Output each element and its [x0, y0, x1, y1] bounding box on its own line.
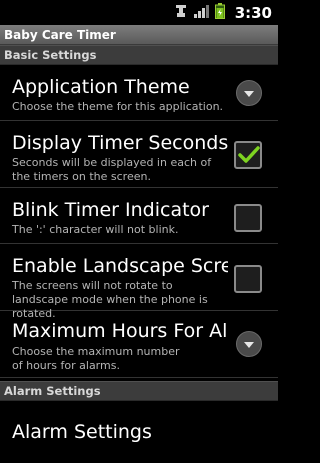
- pref-enable-landscape-screen[interactable]: Enable Landscape Screen The screens will…: [0, 245, 278, 320]
- usb-debug-icon: [175, 3, 187, 22]
- pref-application-theme[interactable]: Application Theme Choose the theme for t…: [0, 66, 278, 121]
- checkmark-icon: [238, 146, 260, 163]
- status-bar: 3:30: [0, 0, 278, 25]
- pref-display-timer-seconds-summary: Seconds will be displayed in each of the…: [12, 156, 212, 183]
- display-seconds-checkbox[interactable]: [234, 141, 262, 169]
- pref-maximum-hours-title: Maximum Hours For Alarms: [12, 320, 228, 342]
- pref-alarm-settings-title: Alarm Settings: [12, 421, 152, 443]
- pref-blink-timer-indicator-summary: The ':' character will not blink.: [12, 223, 179, 236]
- landscape-screen-checkbox[interactable]: [234, 265, 262, 293]
- battery-icon: [214, 2, 225, 23]
- pref-maximum-hours-summary: Choose the maximum number of hours for a…: [12, 345, 180, 372]
- blink-indicator-checkbox[interactable]: [234, 204, 262, 232]
- pref-application-theme-title: Application Theme: [12, 76, 190, 98]
- pref-application-theme-summary: Choose the theme for this application.: [12, 100, 224, 113]
- status-clock: 3:30: [234, 3, 272, 22]
- pref-display-timer-seconds-title: Display Timer Seconds: [12, 132, 228, 154]
- app-title-bar: Baby Care Timer: [0, 25, 278, 45]
- dropdown-arrow-icon[interactable]: [236, 80, 262, 106]
- app-title: Baby Care Timer: [4, 27, 116, 42]
- pref-blink-timer-indicator[interactable]: Blink Timer Indicator The ':' character …: [0, 189, 278, 244]
- pref-alarm-settings[interactable]: Alarm Settings: [0, 402, 278, 463]
- section-header-alarm: Alarm Settings: [0, 381, 278, 401]
- pref-display-timer-seconds[interactable]: Display Timer Seconds Seconds will be di…: [0, 122, 278, 188]
- pref-enable-landscape-screen-title: Enable Landscape Screen: [12, 255, 228, 277]
- signal-icon: [193, 3, 209, 22]
- section-header-basic: Basic Settings: [0, 45, 278, 65]
- pref-maximum-hours-for-alarms[interactable]: Maximum Hours For Alarms Choose the maxi…: [0, 312, 278, 378]
- section-header-alarm-label: Alarm Settings: [4, 384, 101, 398]
- section-header-basic-label: Basic Settings: [4, 48, 97, 62]
- pref-blink-timer-indicator-title: Blink Timer Indicator: [12, 199, 209, 221]
- dropdown-arrow-icon[interactable]: [236, 331, 262, 357]
